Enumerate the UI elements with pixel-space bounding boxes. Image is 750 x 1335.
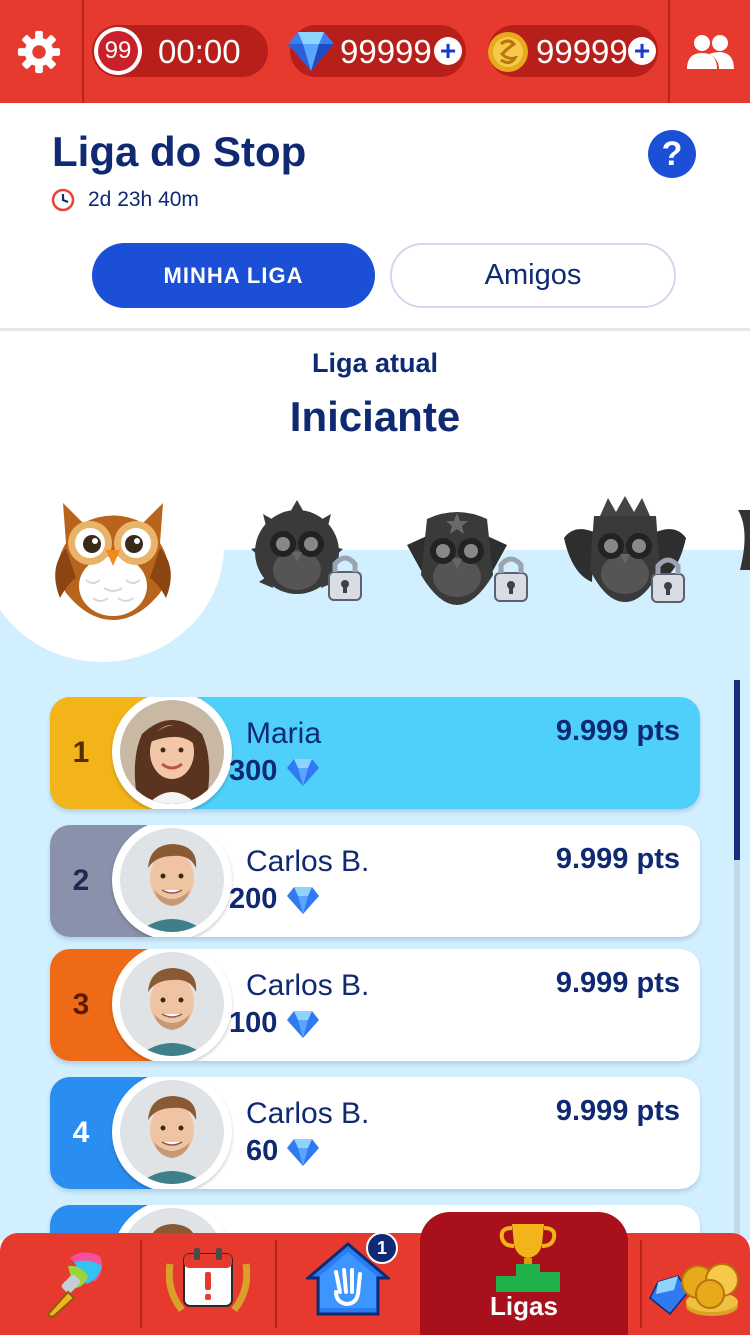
add-coins-button[interactable]: + bbox=[628, 37, 656, 65]
add-gems-button[interactable]: + bbox=[434, 37, 462, 65]
rank-number: 4 bbox=[72, 1116, 90, 1149]
owl-bronze-icon[interactable] bbox=[38, 488, 188, 623]
clock-icon bbox=[51, 188, 75, 212]
daily-calendar-icon[interactable] bbox=[166, 1244, 250, 1318]
lives-timer: 00:00 bbox=[158, 33, 241, 70]
gems-amount: 99999 bbox=[340, 33, 432, 70]
reward-amount: 300 bbox=[229, 755, 278, 787]
player-photo bbox=[120, 700, 224, 804]
friends-icon[interactable] bbox=[685, 34, 735, 70]
avatar[interactable] bbox=[112, 825, 232, 937]
tab-friends[interactable]: Amigos bbox=[390, 243, 676, 308]
player-name: Maria bbox=[246, 717, 322, 750]
player-photo bbox=[120, 952, 224, 1056]
gem-icon bbox=[288, 32, 334, 71]
topbar-divider bbox=[668, 0, 670, 103]
owl-locked-icon[interactable] bbox=[245, 494, 367, 606]
rank-number: 3 bbox=[72, 988, 90, 1021]
nav-divider bbox=[140, 1240, 142, 1328]
nav-divider bbox=[640, 1240, 642, 1328]
paint-brush-icon[interactable] bbox=[40, 1248, 108, 1318]
owl-locked-icon[interactable] bbox=[405, 505, 533, 609]
gem-icon bbox=[287, 1011, 319, 1038]
coin-icon bbox=[488, 32, 528, 72]
nav-label-leagues: Ligas bbox=[490, 1291, 558, 1321]
owl-locked-icon[interactable] bbox=[730, 510, 750, 570]
reward-amount: 200 bbox=[229, 883, 278, 915]
page-title: Liga do Stop bbox=[52, 128, 307, 175]
topbar-divider bbox=[82, 0, 84, 103]
rank-number: 2 bbox=[72, 864, 90, 897]
player-photo bbox=[120, 1080, 224, 1184]
lives-count: 99 bbox=[98, 31, 138, 71]
player-name: Carlos B. bbox=[246, 845, 370, 878]
ranking-row[interactable]: 1 Maria 9.999 pts 300 bbox=[50, 697, 700, 809]
ranking-row[interactable]: 3 Carlos B. 9.999 pts 100 bbox=[50, 949, 700, 1061]
avatar[interactable] bbox=[112, 697, 232, 809]
gem-icon bbox=[287, 1139, 319, 1166]
home-notification-badge: 1 bbox=[366, 1232, 398, 1264]
gem-icon bbox=[287, 759, 319, 786]
reward-amount: 100 bbox=[229, 1007, 278, 1039]
gems-counter[interactable]: 99999 + bbox=[288, 25, 466, 77]
help-button[interactable]: ? bbox=[648, 130, 696, 178]
coins-counter[interactable]: 99999 + bbox=[488, 25, 658, 77]
owl-locked-icon[interactable] bbox=[564, 494, 690, 608]
top-bar: 99 00:00 99999 + 99999 + bbox=[0, 0, 750, 103]
player-points: 9.999 pts bbox=[555, 715, 680, 747]
nav-divider bbox=[275, 1240, 277, 1328]
section-divider bbox=[0, 328, 750, 331]
player-name: Carlos B. bbox=[246, 969, 370, 1002]
rank-number: 1 bbox=[72, 736, 90, 769]
ranking-row[interactable]: 2 Carlos B. 9.999 pts 200 bbox=[50, 825, 700, 937]
lives-counter[interactable]: 99 00:00 bbox=[92, 25, 268, 77]
avatar[interactable] bbox=[112, 1077, 232, 1189]
avatar[interactable] bbox=[112, 949, 232, 1061]
shop-icon[interactable] bbox=[648, 1258, 744, 1320]
gear-icon[interactable] bbox=[16, 29, 62, 75]
player-photo bbox=[120, 828, 224, 932]
ranking-row[interactable]: 4 Carlos B. 9.999 pts 60 bbox=[50, 1077, 700, 1189]
trophy-icon[interactable] bbox=[494, 1222, 562, 1294]
player-points: 9.999 pts bbox=[555, 843, 680, 875]
reward-amount: 60 bbox=[246, 1135, 279, 1167]
coins-amount: 99999 bbox=[536, 33, 628, 70]
player-points: 9.999 pts bbox=[555, 967, 680, 999]
league-time-left: 2d 23h 40m bbox=[88, 188, 199, 211]
tab-my-league[interactable]: MINHA LIGA bbox=[92, 243, 375, 308]
player-name: Carlos B. bbox=[246, 1097, 370, 1130]
ranking-scrollbar-thumb[interactable] bbox=[734, 680, 740, 860]
league-subtitle: Liga atual bbox=[311, 348, 439, 378]
player-points: 9.999 pts bbox=[555, 1095, 680, 1127]
gem-icon bbox=[287, 887, 319, 914]
heart-icon: 99 bbox=[94, 27, 142, 75]
